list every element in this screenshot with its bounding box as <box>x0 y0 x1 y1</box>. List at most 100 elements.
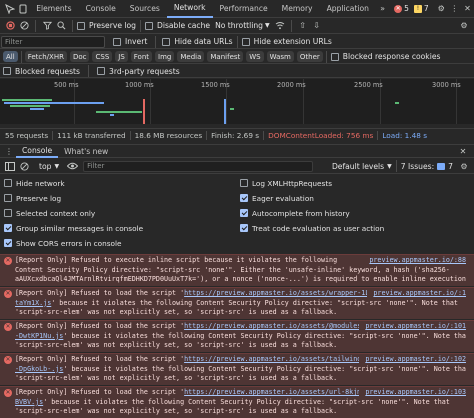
chip-font[interactable]: Font <box>130 51 153 62</box>
autocomplete-history-checkbox[interactable]: Autocomplete from history <box>240 206 350 220</box>
error-count-badge[interactable]: ✕ 5 <box>394 4 409 13</box>
tab-performance[interactable]: Performance <box>213 0 275 18</box>
message-source-link[interactable]: preview.appmaster.io/:101 <box>365 322 466 332</box>
message-text-suffix: ' because it violates the following Cont… <box>63 364 466 373</box>
error-circle-icon: ✕ <box>4 389 12 397</box>
inspect-element-icon[interactable] <box>3 2 16 16</box>
more-options-icon[interactable]: ⋮ <box>448 2 461 16</box>
hide-data-urls-checkbox[interactable]: Hide data URLs <box>162 37 233 46</box>
clear-console-icon[interactable] <box>17 159 31 173</box>
hide-extension-urls-checkbox[interactable]: Hide extension URLs <box>241 37 332 46</box>
tab-application[interactable]: Application <box>320 0 376 18</box>
network-conditions-icon[interactable] <box>273 19 287 33</box>
warning-count: 7 <box>423 4 429 13</box>
console-error-message[interactable]: ✕ preview.appmaster.io/:102 [Report Only… <box>0 353 474 385</box>
script-url-link[interactable]: https://preview.appmaster.io/assets/tail… <box>184 355 359 363</box>
chip-other[interactable]: Other <box>296 51 323 62</box>
filter-funnel-icon[interactable] <box>40 19 54 33</box>
chip-wasm[interactable]: Wasm <box>266 51 294 62</box>
chip-media[interactable]: Media <box>177 51 205 62</box>
tab-sources[interactable]: Sources <box>123 0 167 18</box>
treat-code-evaluation-checkbox[interactable]: Treat code evaluation as user action <box>240 221 384 235</box>
console-error-message[interactable]: ✕ preview.appmaster.io/:88 [Report Only]… <box>0 254 474 286</box>
tab-drawer-console[interactable]: Console <box>16 144 59 158</box>
close-drawer-icon[interactable]: ✕ <box>456 144 470 158</box>
chip-manifest[interactable]: Manifest <box>207 51 244 62</box>
chip-js[interactable]: JS <box>115 51 128 62</box>
console-filter-input[interactable]: Filter <box>83 160 314 172</box>
timeline-tick-label: 1500 ms <box>201 81 230 89</box>
message-text: [Report Only] Refused to load the script… <box>15 322 359 332</box>
tab-memory[interactable]: Memory <box>275 0 320 18</box>
settings-gear-icon[interactable]: ⚙ <box>435 2 448 16</box>
more-tabs-icon[interactable]: » <box>376 2 389 16</box>
console-preserve-log-checkbox[interactable]: Preserve log <box>4 191 61 205</box>
filter-input[interactable]: Filter <box>1 35 105 48</box>
tab-console[interactable]: Console <box>79 0 123 18</box>
export-har-icon[interactable]: ⇩ <box>310 19 324 33</box>
group-similar-checkbox[interactable]: Group similar messages in console <box>4 221 143 235</box>
issues-button[interactable]: 7 Issues: 7 <box>401 162 453 171</box>
script-url-link[interactable]: -DwtKP1Nu.js <box>15 332 63 340</box>
console-error-message[interactable]: ✕ preview.appmaster.io/:103 [Report Only… <box>0 386 474 418</box>
device-toolbar-icon[interactable] <box>16 2 29 16</box>
message-source-link[interactable]: preview.appmaster.io/:88 <box>369 256 466 266</box>
tab-whats-new[interactable]: What's new <box>58 144 114 158</box>
message-source-link[interactable]: preview.appmaster.io/:103 <box>365 388 466 398</box>
chip-img[interactable]: Img <box>155 51 175 62</box>
chip-ws[interactable]: WS <box>246 51 264 62</box>
script-url-link[interactable]: https://preview.appmaster.io/assets/url-… <box>184 388 359 396</box>
network-settings-gear-icon[interactable]: ⚙ <box>457 19 471 33</box>
chip-fetch-xhr[interactable]: Fetch/XHR <box>24 51 67 62</box>
selected-context-only-checkbox[interactable]: Selected context only <box>4 206 95 220</box>
network-timeline-overview[interactable]: 500 ms 1000 ms 1500 ms 2000 ms 2500 ms 3… <box>0 79 474 124</box>
tab-network[interactable]: Network <box>166 0 213 18</box>
log-levels-select[interactable]: Default levels ▼ <box>332 162 392 171</box>
message-text-suffix: ' because it violates the following Cont… <box>43 397 450 406</box>
record-stop-icon[interactable] <box>3 19 17 33</box>
console-error-message[interactable]: ✕ preview.appmaster.io/:101 [Report Only… <box>0 320 474 352</box>
chip-css[interactable]: CSS <box>92 51 113 62</box>
treat-code-evaluation-label: Treat code evaluation as user action <box>252 223 385 233</box>
hide-extension-urls-label: Hide extension URLs <box>253 37 332 46</box>
show-cors-errors-checkbox[interactable]: Show CORS errors in console <box>4 236 122 250</box>
warning-count-badge[interactable]: ! 7 <box>413 4 429 13</box>
eager-evaluation-label: Eager evaluation <box>252 193 314 203</box>
script-url-link[interactable]: taYm1X.js <box>15 299 51 307</box>
log-xhr-checkbox[interactable]: Log XMLHttpRequests <box>240 176 332 190</box>
blocked-response-cookies-checkbox[interactable]: Blocked response cookies <box>330 52 440 61</box>
message-text-prefix: [Report Only] Refused to load the script… <box>15 355 185 363</box>
chip-all[interactable]: All <box>3 51 18 62</box>
import-har-icon[interactable]: ⇧ <box>296 19 310 33</box>
requests-count: 55 requests <box>1 130 54 140</box>
load-marker <box>224 99 226 124</box>
error-icon: ✕ <box>394 4 403 13</box>
script-url-link[interactable]: -DpGkoLb-.js <box>15 365 63 373</box>
chevron-down-icon: ▼ <box>387 162 392 170</box>
clear-icon[interactable] <box>17 19 31 33</box>
sidebar-toggle-icon[interactable] <box>3 159 17 173</box>
context-select[interactable]: top ▼ <box>39 162 59 171</box>
search-icon[interactable] <box>54 19 68 33</box>
message-source-link[interactable]: preview.appmaster.io/:102 <box>365 355 466 365</box>
tab-elements[interactable]: Elements <box>29 0 78 18</box>
network-summary-bar: 55 requests 111 kB transferred 18.6 MB r… <box>0 128 474 141</box>
blocked-requests-checkbox[interactable]: Blocked requests <box>3 67 80 76</box>
script-url-link[interactable]: BVBV.js <box>15 398 43 406</box>
disable-cache-checkbox[interactable]: Disable cache <box>144 21 210 30</box>
script-url-link[interactable]: https://preview.appmaster.io/assets/wrap… <box>184 289 367 297</box>
drawer-menu-icon[interactable]: ⋮ <box>2 144 16 158</box>
console-error-message[interactable]: ✕ preview.appmaster.io/:1 [Report Only] … <box>0 287 474 319</box>
preserve-log-checkbox[interactable]: Preserve log <box>77 21 136 30</box>
invert-checkbox[interactable]: Invert <box>113 37 147 46</box>
chip-doc[interactable]: Doc <box>69 51 90 62</box>
live-expression-eye-icon[interactable] <box>65 159 79 173</box>
throttling-select[interactable]: No throttling ▼ <box>215 21 270 30</box>
message-source-link[interactable]: preview.appmaster.io/:1 <box>373 289 466 299</box>
close-devtools-icon[interactable]: ✕ <box>461 2 474 16</box>
third-party-requests-checkbox[interactable]: 3rd-party requests <box>97 67 180 76</box>
hide-network-checkbox[interactable]: Hide network <box>4 176 65 190</box>
console-settings-gear-icon[interactable]: ⚙ <box>457 159 471 173</box>
eager-evaluation-checkbox[interactable]: Eager evaluation <box>240 191 314 205</box>
script-url-link[interactable]: https://preview.appmaster.io/assets/@mod… <box>184 322 359 330</box>
